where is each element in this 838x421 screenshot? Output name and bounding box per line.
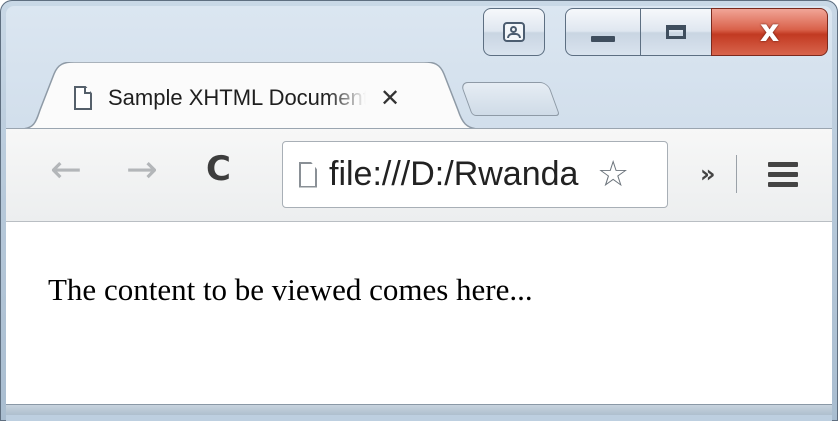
- user-profile-icon: [503, 22, 525, 42]
- maximize-button[interactable]: [640, 8, 712, 56]
- page-icon: [74, 86, 92, 110]
- tab-title: Sample XHTML Document: [108, 85, 366, 110]
- tab-content: Sample XHTML Document ✕: [74, 72, 454, 124]
- tab-close-icon[interactable]: ✕: [380, 84, 400, 112]
- extensions-overflow-icon[interactable]: »: [700, 160, 716, 188]
- close-icon: x: [759, 14, 780, 49]
- file-page-icon: [299, 161, 317, 188]
- page-viewport: [6, 222, 832, 404]
- maximize-icon: [666, 25, 686, 39]
- menu-hamburger-icon[interactable]: [768, 162, 798, 192]
- back-arrow-icon[interactable]: ←: [50, 150, 82, 188]
- reload-icon[interactable]: C: [206, 152, 231, 186]
- bookmark-star-icon[interactable]: ☆: [597, 156, 629, 193]
- profile-button[interactable]: [483, 8, 545, 56]
- forward-arrow-icon[interactable]: →: [126, 150, 158, 188]
- window-bottom-border: [6, 404, 832, 415]
- new-tab-button[interactable]: [459, 82, 561, 116]
- address-bar[interactable]: file:///D:/Rwanda ☆: [282, 141, 668, 208]
- close-window-button[interactable]: x: [711, 8, 828, 56]
- minimize-icon: [591, 36, 615, 42]
- minimize-button[interactable]: [565, 8, 641, 56]
- page-content-text: The content to be viewed comes here...: [48, 272, 533, 307]
- url-text[interactable]: file:///D:/Rwanda: [329, 155, 595, 194]
- toolbar-divider: [736, 155, 737, 193]
